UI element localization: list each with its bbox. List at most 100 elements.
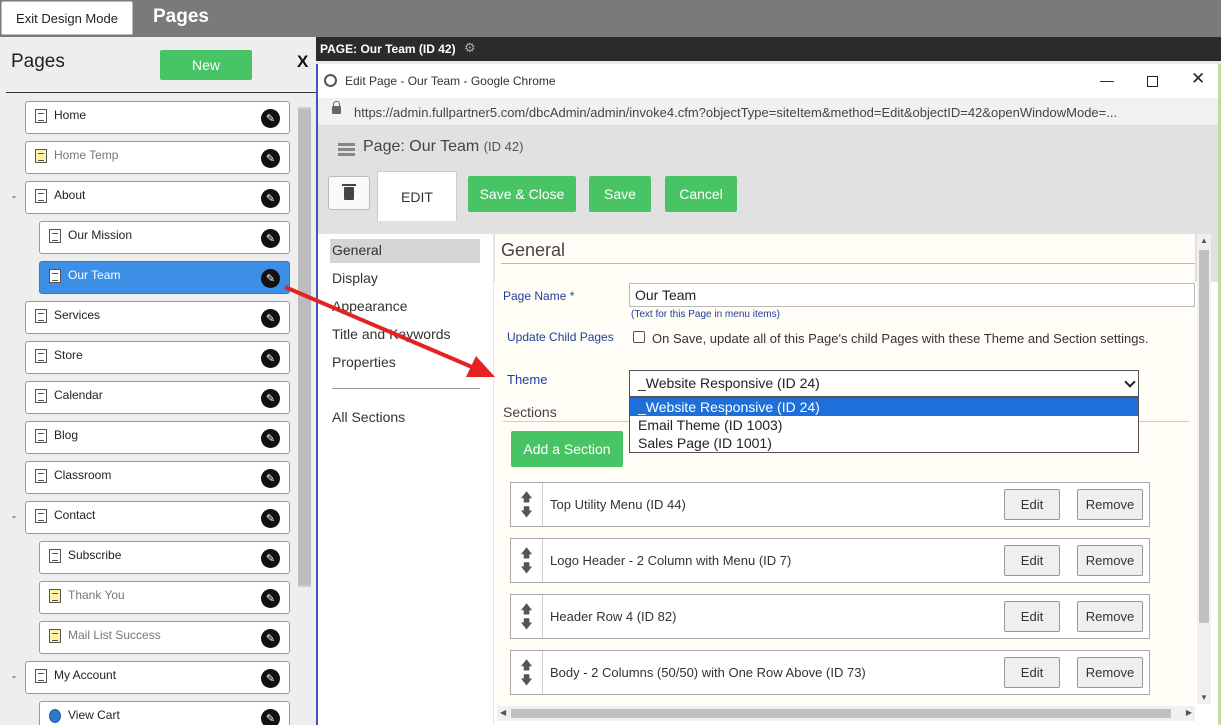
edit-pencil-icon[interactable]: ✎	[261, 509, 280, 528]
arrow-up-icon[interactable]: 🡅	[520, 491, 532, 503]
edit-pencil-icon[interactable]: ✎	[261, 429, 280, 448]
pages-scrollbar[interactable]	[298, 107, 311, 587]
page-list-item[interactable]: Our Mission ✎	[39, 221, 290, 254]
tree-collapse-toggle[interactable]: -	[12, 189, 16, 203]
arrow-down-icon[interactable]: 🡇	[520, 674, 532, 686]
reorder-handle[interactable]: 🡅 🡇	[511, 483, 543, 526]
horizontal-scrollbar[interactable]: ◀ ▶	[497, 706, 1195, 721]
edit-pencil-icon[interactable]: ✎	[261, 549, 280, 568]
page-list-item[interactable]: My Account ✎	[25, 661, 290, 694]
scrollbar-thumb[interactable]	[511, 709, 1171, 718]
nav-properties[interactable]: Properties	[330, 351, 480, 375]
page-hidden-icon	[49, 629, 61, 643]
arrow-up-icon[interactable]: 🡅	[520, 547, 532, 559]
edit-pencil-icon[interactable]: ✎	[261, 109, 280, 128]
tree-collapse-toggle[interactable]: -	[12, 509, 16, 523]
scroll-right-icon[interactable]: ▶	[1186, 708, 1192, 717]
scrollbar-thumb[interactable]	[298, 109, 311, 585]
nav-general[interactable]: General	[330, 239, 480, 263]
save-button[interactable]: Save	[589, 176, 651, 212]
arrow-down-icon[interactable]: 🡇	[520, 562, 532, 574]
tree-collapse-toggle[interactable]: -	[12, 669, 16, 683]
theme-option[interactable]: Sales Page (ID 1001)	[630, 434, 1138, 452]
url-bar[interactable]: https://admin.fullpartner5.com/dbcAdmin/…	[318, 98, 1221, 126]
divider	[501, 263, 1195, 264]
menu-icon[interactable]	[338, 143, 355, 156]
scroll-down-icon[interactable]: ▼	[1200, 693, 1208, 702]
page-list-item[interactable]: About ✎	[25, 181, 290, 214]
nav-display[interactable]: Display	[330, 267, 480, 291]
edit-pencil-icon[interactable]: ✎	[261, 669, 280, 688]
edit-pencil-icon[interactable]: ✎	[261, 149, 280, 168]
page-list-item[interactable]: Calendar ✎	[25, 381, 290, 414]
page-list-item[interactable]: Home Temp ✎	[25, 141, 290, 174]
scrollbar-thumb[interactable]	[1199, 250, 1209, 623]
vertical-scrollbar[interactable]: ▲ ▼	[1197, 234, 1211, 704]
page-list-item[interactable]: Thank You ✎	[39, 581, 290, 614]
page-list-item[interactable]: Subscribe ✎	[39, 541, 290, 574]
section-remove-button[interactable]: Remove	[1077, 601, 1143, 632]
close-icon[interactable]: ✕	[1191, 69, 1205, 89]
page-id: (ID 42)	[483, 139, 524, 154]
add-section-button[interactable]: Add a Section	[511, 431, 623, 467]
tab-edit[interactable]: EDIT	[377, 171, 457, 221]
section-edit-button[interactable]: Edit	[1004, 601, 1060, 632]
page-icon	[35, 189, 47, 203]
edit-pencil-icon[interactable]: ✎	[261, 589, 280, 608]
nav-title-keywords[interactable]: Title and Keywords	[330, 323, 480, 347]
edit-pencil-icon[interactable]: ✎	[261, 309, 280, 328]
edit-pencil-icon[interactable]: ✎	[261, 229, 280, 248]
maximize-icon[interactable]	[1147, 76, 1158, 87]
arrow-up-icon[interactable]: 🡅	[520, 603, 532, 615]
section-edit-button[interactable]: Edit	[1004, 489, 1060, 520]
reorder-handle[interactable]: 🡅 🡇	[511, 539, 543, 582]
minimize-icon[interactable]: —	[1100, 72, 1114, 88]
page-list-item[interactable]: Services ✎	[25, 301, 290, 334]
theme-option[interactable]: Email Theme (ID 1003)	[630, 416, 1138, 434]
save-close-button[interactable]: Save & Close	[468, 176, 576, 212]
theme-select[interactable]: _Website Responsive (ID 24)	[629, 370, 1139, 397]
theme-option[interactable]: _Website Responsive (ID 24)	[630, 398, 1138, 416]
page-list-item[interactable]: Contact ✎	[25, 501, 290, 534]
update-child-checkbox[interactable]	[633, 331, 645, 343]
url-text[interactable]: https://admin.fullpartner5.com/dbcAdmin/…	[354, 105, 1117, 120]
edit-pencil-icon[interactable]: ✎	[261, 189, 280, 208]
gear-icon[interactable]: ⚙	[464, 40, 476, 56]
edit-pencil-icon[interactable]: ✎	[261, 349, 280, 368]
close-panel-button[interactable]: X	[297, 52, 308, 72]
page-list-item[interactable]: Blog ✎	[25, 421, 290, 454]
new-page-button[interactable]: New	[160, 50, 252, 80]
scroll-left-icon[interactable]: ◀	[500, 708, 506, 717]
arrow-up-icon[interactable]: 🡅	[520, 659, 532, 671]
page-name-hint: (Text for this Page in menu items)	[631, 309, 780, 320]
edit-pencil-icon[interactable]: ✎	[261, 269, 280, 288]
page-list-item[interactable]: Classroom ✎	[25, 461, 290, 494]
page-name-input[interactable]: Our Team	[629, 283, 1195, 307]
edit-pencil-icon[interactable]: ✎	[261, 389, 280, 408]
section-remove-button[interactable]: Remove	[1077, 489, 1143, 520]
nav-all-sections[interactable]: All Sections	[330, 406, 480, 430]
section-edit-button[interactable]: Edit	[1004, 657, 1060, 688]
arrow-down-icon[interactable]: 🡇	[520, 618, 532, 630]
theme-selected-value: _Website Responsive (ID 24)	[638, 375, 820, 391]
page-list-item[interactable]: Store ✎	[25, 341, 290, 374]
edit-pencil-icon[interactable]: ✎	[261, 629, 280, 648]
arrow-down-icon[interactable]: 🡇	[520, 506, 532, 518]
cancel-button[interactable]: Cancel	[665, 176, 737, 212]
section-remove-button[interactable]: Remove	[1077, 545, 1143, 576]
section-row: 🡅 🡇 Header Row 4 (ID 82) Edit Remove	[510, 594, 1150, 639]
page-list-item[interactable]: Our Team ✎	[39, 261, 290, 294]
edit-pencil-icon[interactable]: ✎	[261, 709, 280, 725]
exit-design-mode-button[interactable]: Exit Design Mode	[1, 1, 133, 35]
edit-pencil-icon[interactable]: ✎	[261, 469, 280, 488]
page-list-item[interactable]: Home ✎	[25, 101, 290, 134]
page-list-item[interactable]: View Cart ✎	[39, 701, 290, 725]
section-edit-button[interactable]: Edit	[1004, 545, 1060, 576]
reorder-handle[interactable]: 🡅 🡇	[511, 651, 543, 694]
reorder-handle[interactable]: 🡅 🡇	[511, 595, 543, 638]
page-list-item[interactable]: Mail List Success ✎	[39, 621, 290, 654]
delete-button[interactable]	[328, 176, 370, 210]
nav-appearance[interactable]: Appearance	[330, 295, 480, 319]
scroll-up-icon[interactable]: ▲	[1200, 236, 1208, 245]
section-remove-button[interactable]: Remove	[1077, 657, 1143, 688]
